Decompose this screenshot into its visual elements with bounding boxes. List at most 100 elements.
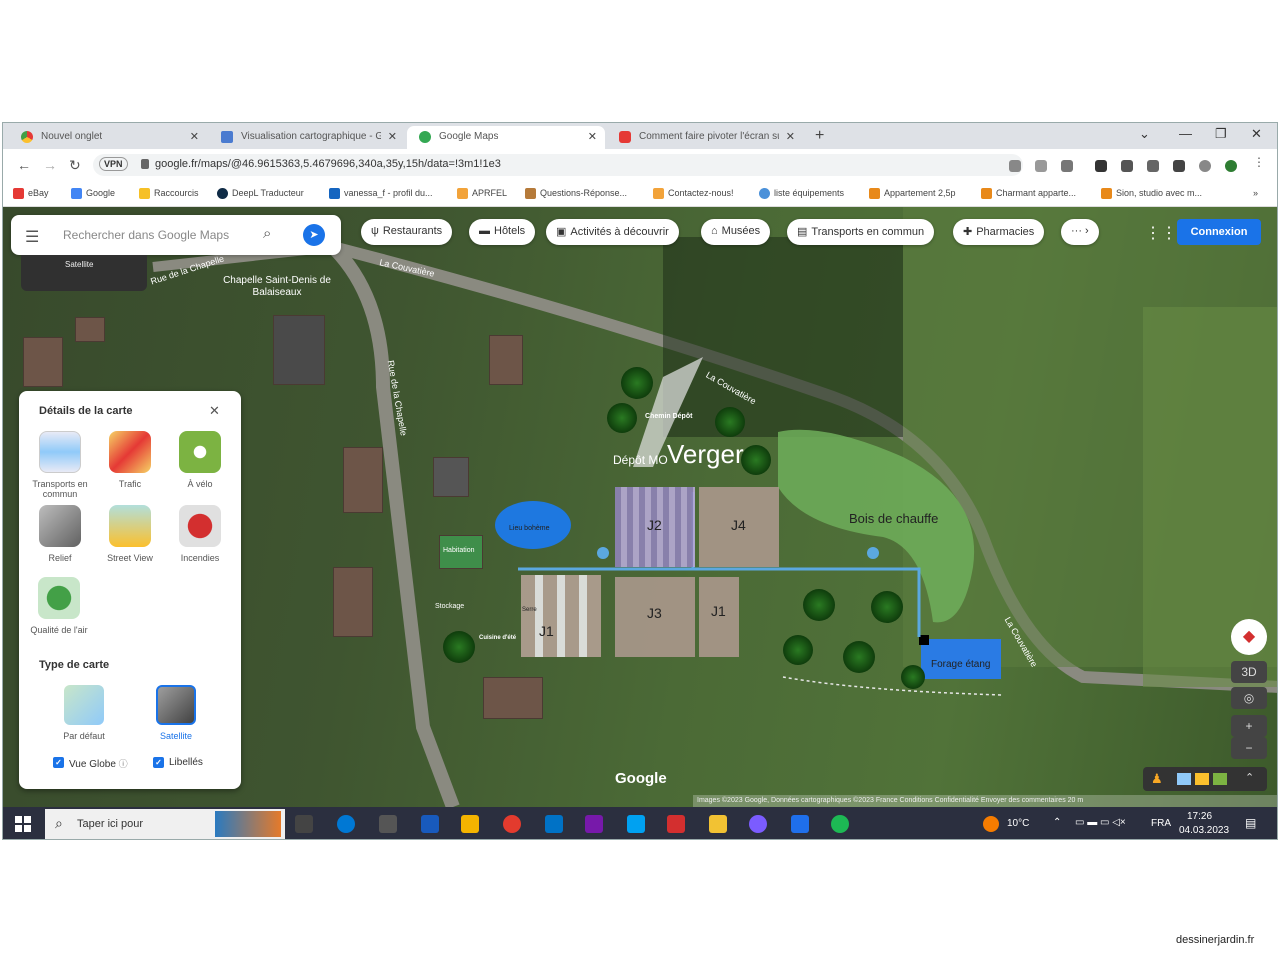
sidebar-icon[interactable] [1173,160,1185,172]
close-icon[interactable]: ✕ [209,403,220,419]
close-tab-icon[interactable]: ✕ [786,130,795,143]
layer-street-view[interactable]: Street View [95,505,165,563]
tab-search-icon[interactable]: ⌄ [1139,126,1150,142]
restore-icon[interactable]: ❐ [1215,126,1227,142]
taskbar-search-input[interactable]: Taper ici pour [77,818,143,830]
layer-fires[interactable]: Incendies [165,505,235,563]
chip-activities[interactable]: ▣ Activités à découvrir [546,219,679,245]
bookmark-aprfel[interactable]: APRFEL [457,188,507,199]
more-bookmarks-icon[interactable]: » [1253,188,1258,198]
task-view-icon[interactable] [295,815,313,833]
chip-transit[interactable]: ▤ Transports en commun [787,219,935,245]
word-icon[interactable] [421,815,439,833]
tab-new-tab[interactable]: Nouvel onglet ✕ [9,126,207,149]
language-indicator[interactable]: FRA [1151,818,1171,829]
app-icon[interactable] [379,815,397,833]
app-icon[interactable] [791,815,809,833]
vpn-app-icon[interactable] [749,815,767,833]
lock-icon[interactable] [141,159,149,169]
layer-preview-strip[interactable]: ♟ ⌃ [1143,767,1267,791]
tab-visualisation[interactable]: Visualisation cartographique - G ✕ [209,126,405,149]
zoom-in-button[interactable]: + [1231,715,1267,737]
clock-time[interactable]: 17:26 [1187,811,1212,822]
windows-start-icon[interactable] [15,816,31,832]
maps-search-box[interactable]: ☰ Rechercher dans Google Maps ⌕ ➤ [11,215,341,255]
clock-date[interactable]: 04.03.2023 [1179,825,1229,836]
checkbox-labels[interactable]: ✓ Libellés [153,757,203,768]
layer-toggle-satellite[interactable]: Satellite [21,255,147,291]
bookmark-vanessa[interactable]: vanessa_f - profil du... [329,188,433,199]
url-text[interactable]: google.fr/maps/@46.9615363,5.4679696,340… [155,158,501,170]
map-type-satellite[interactable]: Satellite [141,685,211,741]
share-icon[interactable] [1035,160,1047,172]
layer-thumb-icon[interactable] [1177,773,1191,785]
plot-j1-west[interactable] [521,575,601,657]
checkbox-globe-view[interactable]: ✓ Vue Globe ⓘ [53,757,128,770]
layer-traffic[interactable]: Trafic [95,431,165,489]
tab-google-maps[interactable]: Google Maps ✕ [407,126,605,149]
bookmark-google[interactable]: Google [71,188,115,199]
chrome-icon[interactable] [503,815,521,833]
chip-hotels[interactable]: ▬ Hôtels [469,219,536,245]
zoom-out-button[interactable]: − [1231,737,1267,759]
layer-transit[interactable]: Transports en commun [25,431,95,499]
mail-icon[interactable] [545,815,563,833]
shield-icon[interactable] [1095,160,1107,172]
search-icon[interactable]: ⌕ [263,225,271,242]
menu-icon[interactable]: ☰ [25,227,39,247]
security-icon[interactable] [1225,160,1237,172]
bookmark-deepl[interactable]: DeepL Traducteur [217,188,304,199]
notifications-icon[interactable]: ▤ [1245,816,1256,830]
explorer-icon[interactable] [709,815,727,833]
vpn-badge[interactable]: VPN [99,157,128,171]
login-button[interactable]: Connexion [1177,219,1261,245]
new-tab-icon[interactable]: + [815,127,824,145]
bookmark-raccourcis[interactable]: Raccourcis [139,188,199,199]
extensions-icon[interactable] [1121,160,1133,172]
bookmark-sion[interactable]: Sion, studio avec m... [1101,188,1202,199]
store-icon[interactable] [461,815,479,833]
bookmark-charmant[interactable]: Charmant apparte... [981,188,1076,199]
minimize-icon[interactable]: — [1179,126,1192,141]
map-type-default[interactable]: Par défaut [49,685,119,741]
chip-pharmacies[interactable]: ✚ Pharmacies [953,219,1045,245]
star-icon[interactable] [1061,160,1073,172]
profile-icon[interactable] [1199,160,1211,172]
weather-temp[interactable]: 10°C [1007,818,1029,829]
help-icon[interactable]: ⓘ [119,759,128,769]
tab-youtube[interactable]: Comment faire pivoter l'écran su ✕ [607,126,803,149]
reading-list-icon[interactable] [1147,160,1159,172]
three-d-button[interactable]: 3D [1231,661,1267,683]
close-window-icon[interactable]: ✕ [1251,126,1262,142]
my-location-icon[interactable]: ◎ [1231,687,1267,709]
bookmark-contactez[interactable]: Contactez-nous! [653,188,734,199]
onenote-icon[interactable] [585,815,603,833]
layer-thumb-icon[interactable] [1195,773,1209,785]
compass-icon[interactable]: ◆ [1231,619,1267,655]
install-icon[interactable] [1009,160,1021,172]
tray-icons[interactable]: ▭ ▬ ▭ ◁× [1075,817,1126,828]
layer-air-quality[interactable]: Qualité de l'air [23,577,95,635]
reload-icon[interactable]: ↻ [69,157,81,174]
chip-museums[interactable]: ⌂ Musées [701,219,771,245]
edge-icon[interactable] [337,815,355,833]
expand-icon[interactable]: ⌃ [1245,771,1254,784]
close-tab-icon[interactable]: ✕ [190,130,199,143]
tray-chevron-icon[interactable]: ⌃ [1053,817,1061,828]
menu-icon[interactable]: ⋮ [1253,155,1265,169]
pegman-icon[interactable]: ♟ [1151,771,1163,787]
bookmark-appartement[interactable]: Appartement 2,5p [869,188,956,199]
bookmark-questions[interactable]: Questions-Réponse... [525,188,627,199]
layer-relief[interactable]: Relief [25,505,95,563]
omnibox[interactable]: VPN google.fr/maps/@46.9615363,5.4679696… [93,154,1023,176]
spotify-icon[interactable] [831,815,849,833]
back-icon[interactable]: ← [17,157,31,173]
acrobat-icon[interactable] [667,815,685,833]
skype-icon[interactable] [627,815,645,833]
taskbar-search[interactable]: ⌕ Taper ici pour [45,809,285,839]
bookmark-liste[interactable]: liste équipements [759,188,844,199]
bookmark-ebay[interactable]: eBay [13,188,49,199]
forward-icon[interactable]: → [43,157,57,173]
chip-more[interactable]: ··· › [1061,219,1099,245]
chip-restaurants[interactable]: ψ Restaurants [361,219,453,245]
